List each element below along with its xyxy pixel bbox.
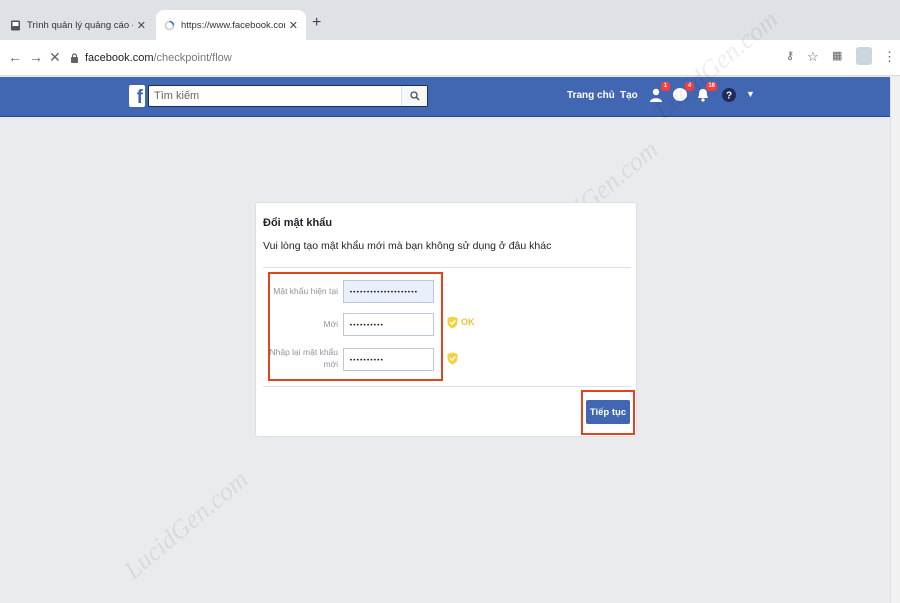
tab-ads-manager[interactable]: Trình quản lý quảng cáo - Quản ✕ bbox=[2, 10, 154, 40]
back-icon[interactable]: ← bbox=[8, 49, 22, 65]
forward-icon[interactable]: → bbox=[29, 49, 43, 65]
password-ok-text: OK bbox=[461, 317, 475, 327]
divider bbox=[263, 267, 631, 268]
menu-dots-icon[interactable]: ⋮ bbox=[883, 49, 896, 65]
profile-avatar-icon[interactable] bbox=[856, 47, 872, 65]
notifications-badge: 16 bbox=[706, 82, 717, 91]
account-dropdown-icon[interactable]: ▼ bbox=[746, 89, 762, 105]
messages-badge: 4 bbox=[685, 82, 694, 91]
shield-check-icon bbox=[447, 352, 458, 365]
current-password-field[interactable] bbox=[343, 280, 434, 303]
help-icon[interactable]: ? bbox=[721, 87, 737, 103]
divider bbox=[263, 386, 631, 387]
browser-toolbar: ← → ✕ facebook.com/checkpoint/flow ⚷ ☆ ▦… bbox=[0, 40, 900, 76]
search-box[interactable]: Tìm kiếm bbox=[148, 85, 428, 107]
messenger-icon[interactable]: 4 bbox=[672, 82, 694, 103]
watermark: LucidGen.com bbox=[118, 464, 254, 585]
shield-check-icon bbox=[447, 316, 458, 329]
search-icon[interactable] bbox=[401, 86, 427, 106]
scrollbar[interactable] bbox=[890, 77, 900, 603]
current-password-label: Mật khẩu hiện tại bbox=[273, 286, 338, 296]
new-password-label: Mới bbox=[323, 319, 338, 329]
notifications-bell-icon[interactable]: 16 bbox=[695, 82, 717, 103]
nav-create-link[interactable]: Tạo bbox=[620, 90, 638, 101]
tab-facebook[interactable]: https://www.facebook.com/che ✕ bbox=[156, 10, 306, 40]
url-path: /checkpoint/flow bbox=[153, 52, 232, 64]
stop-loading-icon[interactable]: ✕ bbox=[49, 49, 61, 66]
facebook-logo-icon[interactable]: f bbox=[129, 85, 145, 107]
new-tab-icon[interactable]: + bbox=[312, 14, 321, 32]
address-bar[interactable]: facebook.com/checkpoint/flow bbox=[70, 46, 770, 70]
card-title: Đổi mật khẩu bbox=[263, 217, 333, 229]
friend-requests-icon[interactable]: 1 bbox=[648, 82, 670, 103]
tab-title: https://www.facebook.com/che bbox=[181, 19, 285, 31]
browser-tab-strip: Trình quản lý quảng cáo - Quản ✕ https:/… bbox=[0, 0, 900, 40]
url-host: facebook.com bbox=[85, 52, 154, 64]
loading-spinner-icon bbox=[164, 20, 175, 31]
friend-requests-badge: 1 bbox=[661, 82, 670, 91]
search-input[interactable]: Tìm kiếm bbox=[149, 90, 401, 102]
card-subtitle: Vui lòng tạo mật khẩu mới mà bạn không s… bbox=[263, 240, 552, 252]
confirm-password-label: Nhập lại mật khẩu mới bbox=[269, 347, 338, 369]
lock-icon bbox=[71, 53, 78, 63]
close-icon[interactable]: ✕ bbox=[289, 19, 298, 32]
qr-code-icon[interactable]: ▦ bbox=[832, 49, 842, 62]
key-icon[interactable]: ⚷ bbox=[786, 49, 794, 62]
star-icon[interactable]: ☆ bbox=[807, 49, 819, 65]
confirm-password-field[interactable] bbox=[343, 348, 434, 371]
facebook-header: f Tìm kiếm Trang chủ Tạo 1 4 16 ? ▼ bbox=[0, 77, 890, 117]
nav-home-link[interactable]: Trang chủ bbox=[567, 90, 615, 101]
svg-text:?: ? bbox=[726, 91, 732, 102]
change-password-card: Đổi mật khẩu Vui lòng tạo mật khẩu mới m… bbox=[255, 202, 637, 437]
close-icon[interactable]: ✕ bbox=[137, 19, 146, 32]
ads-manager-favicon-icon bbox=[10, 20, 21, 31]
continue-button[interactable]: Tiếp tục bbox=[586, 400, 630, 424]
tab-title: Trình quản lý quảng cáo - Quản bbox=[27, 19, 133, 31]
new-password-field[interactable] bbox=[343, 313, 434, 336]
